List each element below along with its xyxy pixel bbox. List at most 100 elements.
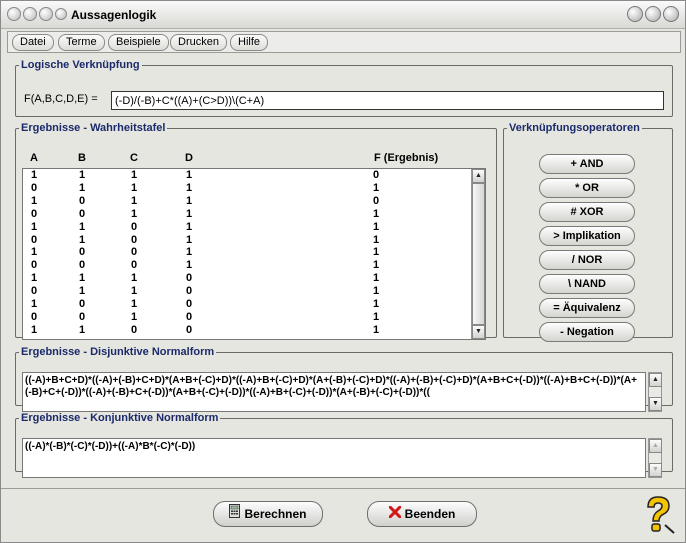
dnf-scrollbar[interactable]: ▲ ▼ <box>648 372 662 412</box>
cell-b: 0 <box>79 246 86 259</box>
column-header-b: B <box>78 152 86 164</box>
formula-label: F(A,B,C,D,E) = <box>24 93 98 105</box>
cell-a: 1 <box>31 220 38 233</box>
cell-a: 1 <box>31 323 38 336</box>
cell-a: 0 <box>31 181 38 194</box>
calculator-icon <box>229 502 241 526</box>
dnf-textarea[interactable]: ((-A)+B+C+D)*((-A)+(-B)+C+D)*(A+B+(-C)+D… <box>22 372 646 412</box>
truth-table-list[interactable]: 1111001111101100011111011010111001100011… <box>22 168 486 340</box>
cell-c: 1 <box>131 285 138 298</box>
cell-c: 1 <box>131 310 138 323</box>
cell-d: 0 <box>186 298 193 310</box>
cell-b: 1 <box>79 181 86 194</box>
cell-a: 0 <box>31 233 38 246</box>
column-header-c: C <box>130 152 138 164</box>
exit-label: Beenden <box>404 507 456 521</box>
maximize-button[interactable] <box>645 6 661 22</box>
dnf-legend: Ergebnisse - Disjunktive Normalform <box>21 346 215 358</box>
cnf-textarea[interactable]: ((-A)*(-B)*(-C)*(-D))+((-A)*B*(-C)*(-D)) <box>22 438 646 478</box>
cell-c: 1 <box>131 207 138 220</box>
logic-legend: Logische Verknüpfung <box>21 59 140 71</box>
question-mark-icon[interactable] <box>641 495 675 535</box>
operators-group: Verknüpfungsoperatoren + AND * OR # XOR … <box>503 122 673 342</box>
cell-c: 1 <box>131 298 138 310</box>
cell-f: 1 <box>373 285 380 298</box>
column-header-a: A <box>30 152 38 164</box>
op-xor-button[interactable]: # XOR <box>539 202 635 222</box>
cell-c: 1 <box>131 169 138 181</box>
cell-d: 1 <box>186 246 193 259</box>
menu-beispiele[interactable]: Beispiele <box>108 34 169 51</box>
cell-b: 1 <box>79 233 86 246</box>
cell-f: 0 <box>373 194 380 207</box>
cell-c: 0 <box>131 323 138 336</box>
cell-c: 0 <box>131 246 138 259</box>
cell-b: 0 <box>79 259 86 272</box>
op-implication-button[interactable]: > Implikation <box>539 226 635 246</box>
cell-b: 0 <box>79 194 86 207</box>
scroll-thumb[interactable] <box>472 183 485 325</box>
compute-label: Berechnen <box>244 507 307 521</box>
op-and-button[interactable]: + AND <box>539 154 635 174</box>
cell-f: 1 <box>373 310 380 323</box>
cell-a: 1 <box>31 246 38 259</box>
cell-d: 1 <box>186 194 193 207</box>
cell-c: 1 <box>131 194 138 207</box>
cell-b: 1 <box>79 285 86 298</box>
app-icon <box>55 8 67 20</box>
cnf-scrollbar[interactable]: ▲ ▼ <box>648 438 662 478</box>
cell-f: 1 <box>373 272 380 285</box>
cell-d: 0 <box>186 323 193 336</box>
logic-group: Logische Verknüpfung F(A,B,C,D,E) = <box>15 59 673 117</box>
menu-hilfe[interactable]: Hilfe <box>230 34 269 51</box>
cell-c: 0 <box>131 233 138 246</box>
window-menu-icon[interactable] <box>7 7 21 21</box>
cell-d: 0 <box>186 285 193 298</box>
scroll-down-arrow-icon[interactable]: ▼ <box>649 463 662 477</box>
menu-terme[interactable]: Terme <box>58 34 105 51</box>
cell-b: 0 <box>79 310 86 323</box>
cell-b: 0 <box>79 207 86 220</box>
window-shade-icon[interactable] <box>23 7 37 21</box>
title-bar: Aussagenlogik <box>1 1 685 29</box>
truth-table-scrollbar[interactable]: ▲ ▼ <box>471 169 485 339</box>
cell-b: 1 <box>79 169 86 181</box>
cell-f: 1 <box>373 220 380 233</box>
truth-table-legend: Ergebnisse - Wahrheitstafel <box>21 122 166 134</box>
cell-f: 1 <box>373 233 380 246</box>
close-button[interactable] <box>663 6 679 22</box>
window-title: Aussagenlogik <box>71 8 157 22</box>
cell-d: 1 <box>186 169 193 181</box>
exit-button[interactable]: Beenden <box>367 501 477 527</box>
op-nand-button[interactable]: \ NAND <box>539 274 635 294</box>
scroll-up-arrow-icon[interactable]: ▲ <box>649 439 662 453</box>
op-equivalence-button[interactable]: = Äquivalenz <box>539 298 635 318</box>
minimize-button[interactable] <box>627 6 643 22</box>
op-or-button[interactable]: * OR <box>539 178 635 198</box>
compute-button[interactable]: Berechnen <box>213 501 323 527</box>
cell-f: 1 <box>373 323 380 336</box>
scroll-down-arrow-icon[interactable]: ▼ <box>472 325 485 339</box>
menu-bar: Datei Terme Beispiele Drucken Hilfe <box>7 31 681 53</box>
scroll-up-arrow-icon[interactable]: ▲ <box>649 373 662 387</box>
formula-input[interactable] <box>111 91 664 110</box>
cell-c: 0 <box>131 259 138 272</box>
op-negation-button[interactable]: - Negation <box>539 322 635 342</box>
scroll-up-arrow-icon[interactable]: ▲ <box>472 169 485 183</box>
truth-table-group: Ergebnisse - Wahrheitstafel A B C D F (E… <box>15 122 497 340</box>
cell-d: 1 <box>186 220 193 233</box>
cell-a: 0 <box>31 285 38 298</box>
cell-a: 1 <box>31 169 38 181</box>
scroll-down-arrow-icon[interactable]: ▼ <box>649 397 662 411</box>
cell-a: 0 <box>31 310 38 323</box>
op-nor-button[interactable]: / NOR <box>539 250 635 270</box>
cell-f: 0 <box>373 169 380 181</box>
menu-drucken[interactable]: Drucken <box>170 34 227 51</box>
column-header-f: F (Ergebnis) <box>374 152 439 164</box>
cell-c: 0 <box>131 220 138 233</box>
cell-b: 1 <box>79 272 86 285</box>
cell-d: 1 <box>186 181 193 194</box>
menu-datei[interactable]: Datei <box>12 34 54 51</box>
window-pin-icon[interactable] <box>39 7 53 21</box>
dnf-group: Ergebnisse - Disjunktive Normalform ((-A… <box>15 346 673 412</box>
